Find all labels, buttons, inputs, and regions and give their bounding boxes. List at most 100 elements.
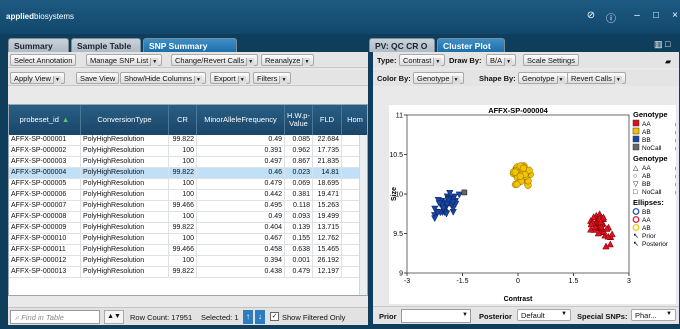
table-cell: 0.381: [285, 190, 313, 201]
ab-point[interactable]: [513, 180, 521, 188]
special-snps-label: Special SNPs:: [577, 312, 628, 321]
snp-summary-table[interactable]: probeset_id ▲ ConversionType CR MinorAlle…: [8, 104, 368, 296]
filters-button[interactable]: Filters ▼: [253, 72, 292, 84]
y-tick-label: 9: [399, 271, 403, 278]
help-icon[interactable]: ⊘: [585, 10, 597, 21]
select-annotation-button[interactable]: Select Annotation: [10, 54, 77, 66]
toolbar-row-2: Apply View ▼ Save View Show/Hide Columns ▼…: [8, 70, 368, 86]
table-row[interactable]: AFFX-SP-000011 PolyHighResolution 99.466 0.…: [9, 245, 359, 256]
table-cell: AFFX-SP-000011: [9, 245, 81, 256]
table-cell: 12.762: [313, 234, 342, 245]
table-cell: PolyHighResolution: [81, 168, 169, 179]
table-cell: 100: [169, 212, 197, 223]
info-icon[interactable]: ⓘ: [605, 10, 617, 25]
scale-settings-button[interactable]: Scale Settings: [523, 54, 579, 66]
table-cell: PolyHighResolution: [81, 201, 169, 212]
table-row[interactable]: AFFX-SP-000005 PolyHighResolution 100 0.479…: [9, 179, 359, 190]
table-cell: PolyHighResolution: [81, 146, 169, 157]
column-header[interactable]: probeset_id ▲: [9, 105, 81, 135]
table-row[interactable]: AFFX-SP-000007 PolyHighResolution 99.466 0.…: [9, 201, 359, 212]
x-tick-label: 1.5: [569, 278, 579, 285]
column-header[interactable]: FLD: [313, 105, 342, 135]
tab-sample-table[interactable]: Sample Table: [71, 38, 141, 52]
tab-cluster-plot[interactable]: Cluster Plot: [437, 38, 505, 52]
table-cell: PolyHighResolution: [81, 212, 169, 223]
legend-label: AB: [642, 173, 651, 180]
export-button[interactable]: Export ▼: [210, 72, 250, 84]
arrow-up-icon[interactable]: ↑: [243, 310, 253, 324]
special-snps-select[interactable]: Phar... ▼: [631, 309, 676, 321]
tab-snp-summary-table[interactable]: SNP Summary Table: [143, 38, 237, 61]
cluster-plot[interactable]: AFFX-SP-000004 -3 -1.5 0 1.5 3 9 9.5 10 10.5 11 Con…: [389, 105, 680, 304]
manage-snp-list-button[interactable]: Manage SNP List ▼: [86, 54, 163, 66]
legend-shape-icon: ○: [633, 173, 637, 180]
color-by-label: Color By:: [377, 74, 411, 83]
arrow-down-icon[interactable]: ↓: [255, 310, 265, 324]
cluster-toolbar-2: Color By: Genotype ▼ Shape By: Genotype ▼ …: [373, 70, 679, 86]
ab-point[interactable]: [516, 172, 524, 180]
posterior-select[interactable]: Default ▼: [517, 309, 571, 321]
draw-by-select[interactable]: B/A ▼: [486, 54, 517, 66]
table-row[interactable]: AFFX-SP-000002 PolyHighResolution 100 0.391…: [9, 146, 359, 157]
toolbar-row-1: Select Annotation Manage SNP List ▼ Chang…: [8, 52, 368, 68]
change-revert-calls-button[interactable]: Change/Revert Calls ▼: [171, 54, 259, 66]
cluster-toolbar-1: Type: Contrast ▼ Draw By: B/A ▼ Scale Sett…: [373, 52, 679, 68]
table-cell: 100: [169, 190, 197, 201]
table-row[interactable]: AFFX-SP-000010 PolyHighResolution 100 0.467…: [9, 234, 359, 245]
ab-point[interactable]: [519, 164, 527, 172]
table-cell: 0.139: [285, 223, 313, 234]
column-header[interactable]: Hom: [342, 105, 367, 135]
maximize-icon[interactable]: □: [650, 10, 662, 21]
table-row[interactable]: AFFX-SP-000009 PolyHighResolution 99.822 0.…: [9, 223, 359, 234]
minimize-icon[interactable]: –: [631, 10, 643, 21]
table-cell: AFFX-SP-000003: [9, 157, 81, 168]
column-header[interactable]: CR: [169, 105, 197, 135]
type-select[interactable]: Contrast ▼: [399, 54, 446, 66]
image-export-icon[interactable]: ▰: [665, 57, 671, 66]
prior-select[interactable]: ▼: [401, 309, 471, 323]
table-cell: 100: [169, 157, 197, 168]
apply-view-button[interactable]: Apply View ▼: [10, 72, 65, 84]
shape-by-select[interactable]: Genotype ▼: [518, 72, 569, 84]
column-header[interactable]: MinorAlleleFrequency: [197, 105, 285, 135]
table-row[interactable]: AFFX-SP-000004 PolyHighResolution 99.822 0.…: [9, 168, 359, 179]
save-view-button[interactable]: Save View: [76, 72, 120, 84]
table-cell: 0.442: [197, 190, 285, 201]
legend-count: (1): [675, 145, 676, 152]
table-cell: 15.465: [313, 245, 342, 256]
panel-layout-icon[interactable]: ▥ □: [654, 39, 670, 50]
vertical-scrollbar[interactable]: [359, 135, 367, 295]
find-in-table-input[interactable]: ⌕ Find in Table: [10, 310, 100, 324]
column-header[interactable]: ConversionType: [81, 105, 169, 135]
table-row[interactable]: AFFX-SP-000013 PolyHighResolution 99.822 0.…: [9, 267, 359, 278]
tab-pv-qc[interactable]: PV: QC CR O: [369, 38, 435, 52]
cluster-plot-svg[interactable]: AFFX-SP-000004-3 -1.5 0 1.5 399.51010.511Con…: [389, 105, 680, 304]
revert-calls-button[interactable]: Revert Calls ▼: [567, 72, 626, 84]
show-filtered-checkbox[interactable]: ✓: [270, 312, 279, 321]
table-row[interactable]: AFFX-SP-000008 PolyHighResolution 100 0.49 0…: [9, 212, 359, 223]
reanalyze-button[interactable]: Reanalyze ▼: [261, 54, 315, 66]
column-header[interactable]: H.W.p-Value: [285, 105, 313, 135]
table-cell: PolyHighResolution: [81, 179, 169, 190]
legend-ellipse-icon: [632, 224, 640, 231]
show-hide-columns-button[interactable]: Show/Hide Columns ▼: [120, 72, 206, 84]
table-cell: AFFX-SP-000007: [9, 201, 81, 212]
close-icon[interactable]: ×: [669, 10, 680, 21]
table-row[interactable]: AFFX-SP-000003 PolyHighResolution 100 0.497…: [9, 157, 359, 168]
legend-arrow-icon: ↖: [633, 233, 639, 240]
table-cell: 13.715: [313, 223, 342, 234]
table-row[interactable]: AFFX-SP-000006 PolyHighResolution 100 0.442…: [9, 190, 359, 201]
table-cell: 0.438: [197, 267, 285, 278]
table-cell: AFFX-SP-000005: [9, 179, 81, 190]
table-cell: 0.479: [285, 267, 313, 278]
table-row[interactable]: AFFX-SP-000001 PolyHighResolution 99.822 0.…: [9, 135, 359, 146]
table-row[interactable]: AFFX-SP-000012 PolyHighResolution 100 0.394…: [9, 256, 359, 267]
find-nav-buttons[interactable]: ▲▼: [104, 310, 124, 324]
table-cell: 0.085: [285, 135, 313, 146]
tab-summary[interactable]: Summary: [8, 38, 69, 52]
legend-label: BB: [642, 181, 651, 188]
nocall-point[interactable]: [461, 189, 468, 196]
table-cell: 0.497: [197, 157, 285, 168]
color-by-select[interactable]: Genotype ▼: [413, 72, 464, 84]
legend-swatch: [632, 127, 640, 135]
